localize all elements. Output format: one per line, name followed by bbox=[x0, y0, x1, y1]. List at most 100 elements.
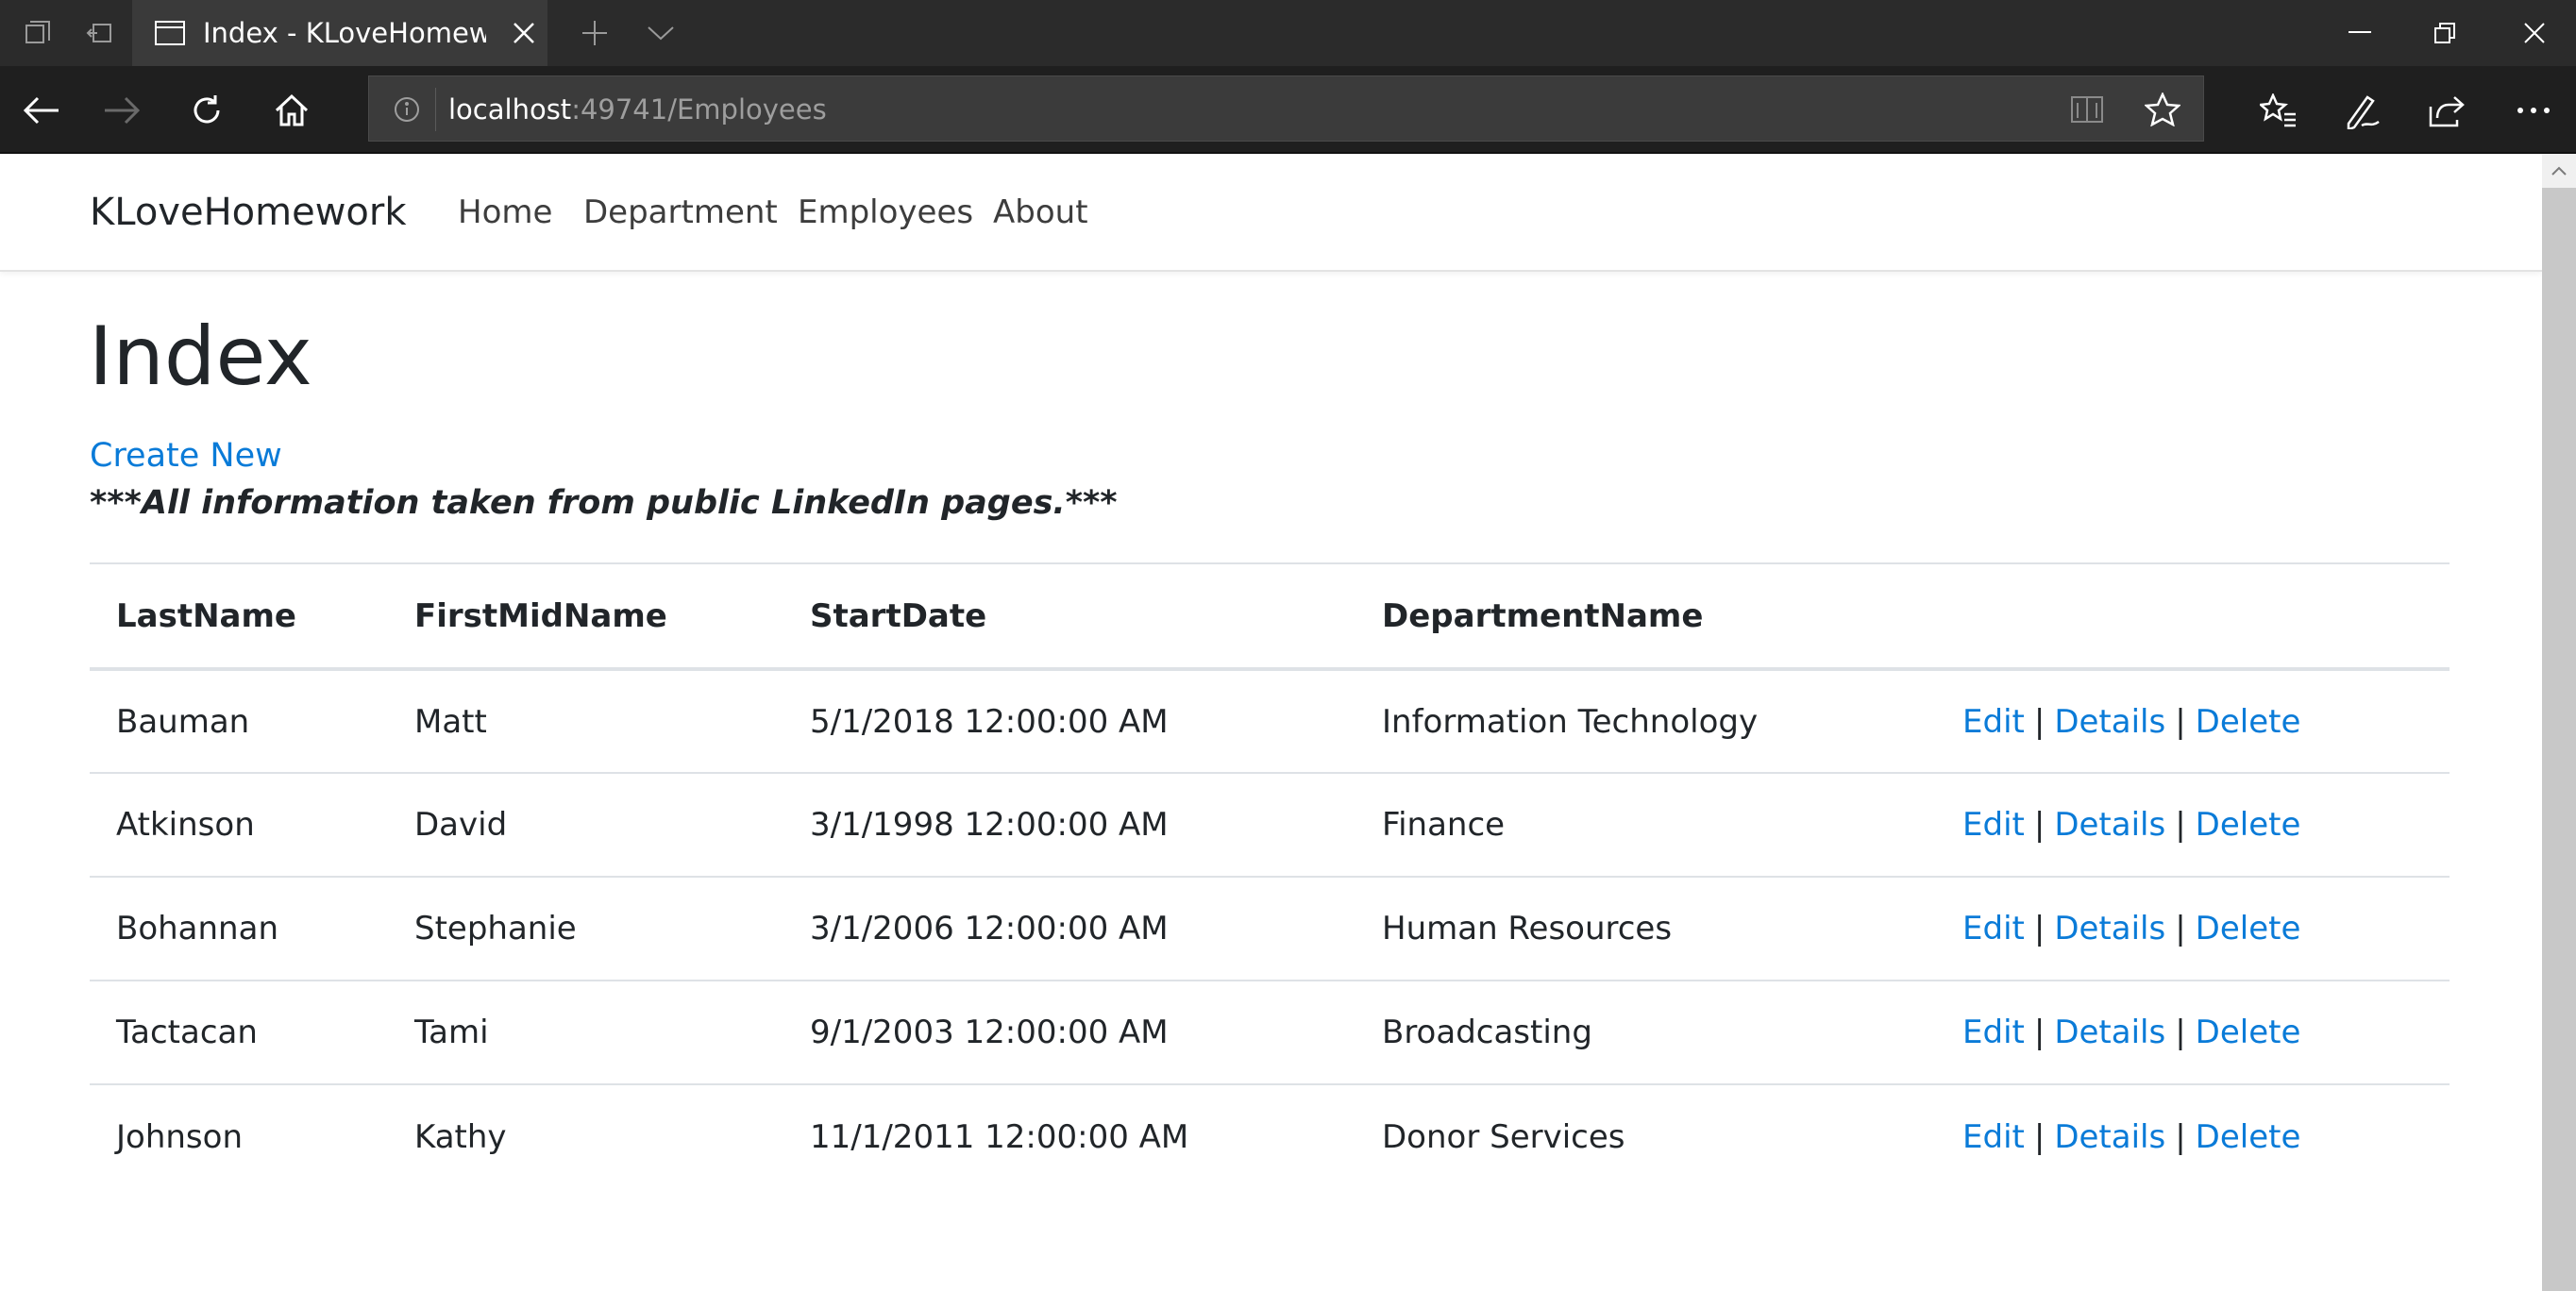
details-link[interactable]: Details bbox=[2054, 1118, 2165, 1156]
cell-first-mid-name: Matt bbox=[414, 702, 487, 741]
cell-department-name: Broadcasting bbox=[1355, 980, 1936, 1084]
info-note: ***All information taken from public Lin… bbox=[90, 484, 1118, 522]
edit-link[interactable]: Edit bbox=[1962, 806, 2025, 844]
action-separator: | bbox=[2175, 702, 2186, 741]
cell-actions: Edit | Details | Delete bbox=[1936, 772, 2450, 877]
web-page: KLoveHomework Home Department Employees … bbox=[0, 154, 2542, 1291]
delete-link[interactable]: Delete bbox=[2196, 1118, 2301, 1156]
cell-department-name: Finance bbox=[1355, 772, 1936, 877]
details-link[interactable]: Details bbox=[2054, 703, 2165, 741]
delete-link[interactable]: Delete bbox=[2196, 806, 2301, 844]
cell-actions: Edit | Details | Delete bbox=[1936, 876, 2450, 981]
cell-first-mid-name: Tami bbox=[388, 980, 783, 1084]
tab-active[interactable]: Index - KLoveHomewor bbox=[132, 0, 547, 66]
cell-first-mid-name: Kathy bbox=[388, 1083, 783, 1188]
nav-about[interactable]: About bbox=[993, 154, 1088, 272]
notes-pen-icon[interactable] bbox=[2322, 66, 2405, 154]
tab-close-icon[interactable] bbox=[500, 0, 547, 66]
table-row: Bohannan Stephanie 3/1/2006 12:00:00 AM … bbox=[90, 876, 2450, 981]
cell-department-name: Information Technology bbox=[1382, 702, 1759, 741]
action-separator: | bbox=[2033, 806, 2046, 844]
cell-last-name: Bohannan bbox=[90, 876, 388, 981]
header-last-name: LastName bbox=[90, 562, 388, 671]
cell-start-date: 9/1/2003 12:00:00 AM bbox=[783, 980, 1355, 1084]
nav-home[interactable]: Home bbox=[458, 154, 552, 272]
page-icon bbox=[151, 0, 189, 66]
cell-actions: Edit | Details | Delete bbox=[1936, 1083, 2450, 1188]
cell-first-mid-name: Stephanie bbox=[388, 876, 783, 981]
cell-last-name: Tactacan bbox=[90, 980, 388, 1084]
reading-view-icon[interactable] bbox=[2054, 76, 2120, 143]
favorite-star-icon[interactable] bbox=[2130, 76, 2196, 143]
url-text[interactable]: localhost:49741/Employees bbox=[448, 76, 827, 143]
browser-tab-bar: Index - KLoveHomewor bbox=[0, 0, 2576, 66]
cell-last-name: Johnson bbox=[90, 1083, 388, 1188]
cell-last-name: Bauman bbox=[116, 702, 250, 741]
action-separator: | bbox=[2033, 910, 2046, 947]
header-start-date: StartDate bbox=[783, 562, 1355, 671]
header-actions bbox=[1936, 562, 2450, 671]
cell-start-date: 3/1/1998 12:00:00 AM bbox=[783, 772, 1355, 877]
url-path: :49741/Employees bbox=[571, 93, 827, 126]
header-department-name: DepartmentName bbox=[1355, 562, 1936, 671]
scroll-up-icon[interactable] bbox=[2542, 154, 2576, 188]
nav-employees[interactable]: Employees bbox=[798, 154, 973, 272]
new-tab-icon[interactable] bbox=[571, 0, 618, 66]
details-link[interactable]: Details bbox=[2054, 806, 2165, 844]
details-link[interactable]: Details bbox=[2054, 910, 2165, 947]
action-separator: | bbox=[2033, 1014, 2046, 1051]
cell-last-name: Atkinson bbox=[90, 772, 388, 877]
edit-link[interactable]: Edit bbox=[1962, 703, 2025, 741]
action-separator: | bbox=[2033, 1117, 2046, 1156]
minimize-icon[interactable] bbox=[2317, 0, 2402, 66]
share-icon[interactable] bbox=[2405, 66, 2488, 154]
table-row: Bauman Matt 5/1/2018 12:00:00 AM Informa… bbox=[90, 669, 2450, 773]
refresh-icon[interactable] bbox=[165, 66, 248, 154]
create-new-link[interactable]: Create New bbox=[90, 437, 282, 475]
cell-start-date: 11/1/2011 12:00:00 AM bbox=[783, 1083, 1355, 1188]
home-icon[interactable] bbox=[250, 66, 333, 154]
tab-preview-icon[interactable] bbox=[9, 0, 66, 66]
edit-link[interactable]: Edit bbox=[1962, 1014, 2025, 1051]
nav-department[interactable]: Department bbox=[583, 154, 778, 272]
edit-link[interactable]: Edit bbox=[1962, 1118, 2025, 1156]
delete-link[interactable]: Delete bbox=[2196, 910, 2301, 947]
cell-department-name: Human Resources bbox=[1355, 876, 1936, 981]
delete-link[interactable]: Delete bbox=[2196, 703, 2301, 741]
site-navbar: KLoveHomework Home Department Employees … bbox=[0, 154, 2542, 272]
site-info-icon[interactable] bbox=[388, 76, 426, 143]
cell-actions: Edit | Details | Delete bbox=[1936, 980, 2450, 1084]
table-row: Tactacan Tami 9/1/2003 12:00:00 AM Broad… bbox=[90, 980, 2450, 1084]
close-window-icon[interactable] bbox=[2492, 0, 2576, 66]
cell-start-date: 5/1/2018 12:00:00 AM bbox=[810, 702, 1169, 741]
cell-start-date: 3/1/2006 12:00:00 AM bbox=[783, 876, 1355, 981]
vertical-scrollbar[interactable] bbox=[2542, 154, 2576, 1291]
back-icon[interactable] bbox=[0, 66, 83, 154]
header-first-mid-name: FirstMidName bbox=[388, 562, 783, 671]
table-row: Johnson Kathy 11/1/2011 12:00:00 AM Dono… bbox=[90, 1083, 2450, 1188]
action-separator: | bbox=[2175, 1117, 2186, 1156]
cell-first-mid-name: David bbox=[388, 772, 783, 877]
action-separator: | bbox=[2175, 806, 2186, 844]
action-separator: | bbox=[2175, 910, 2186, 947]
cell-department-name: Donor Services bbox=[1355, 1083, 1936, 1188]
cell-actions: Edit | Details | Delete bbox=[1936, 669, 2450, 773]
url-host: localhost bbox=[448, 93, 572, 126]
favorites-hub-icon[interactable] bbox=[2237, 66, 2320, 154]
tab-list-chevron-icon[interactable] bbox=[637, 0, 684, 66]
delete-link[interactable]: Delete bbox=[2196, 1014, 2301, 1051]
tabs-aside-icon[interactable] bbox=[71, 0, 127, 66]
brand-link[interactable]: KLoveHomework bbox=[90, 154, 407, 272]
restore-icon[interactable] bbox=[2402, 0, 2487, 66]
tab-title: Index - KLoveHomewor bbox=[203, 17, 486, 49]
address-bar[interactable]: localhost:49741/Employees bbox=[368, 75, 2204, 142]
table-row: Atkinson David 3/1/1998 12:00:00 AM Fina… bbox=[90, 772, 2450, 877]
forward-icon[interactable] bbox=[80, 66, 163, 154]
address-separator bbox=[435, 88, 436, 131]
browser-toolbar: localhost:49741/Employees bbox=[0, 66, 2576, 154]
table-header-row: LastName FirstMidName StartDate Departme… bbox=[90, 562, 2450, 671]
edit-link[interactable]: Edit bbox=[1962, 910, 2025, 947]
details-link[interactable]: Details bbox=[2054, 1014, 2165, 1051]
action-separator: | bbox=[2033, 702, 2046, 741]
more-options-icon[interactable] bbox=[2492, 66, 2575, 154]
